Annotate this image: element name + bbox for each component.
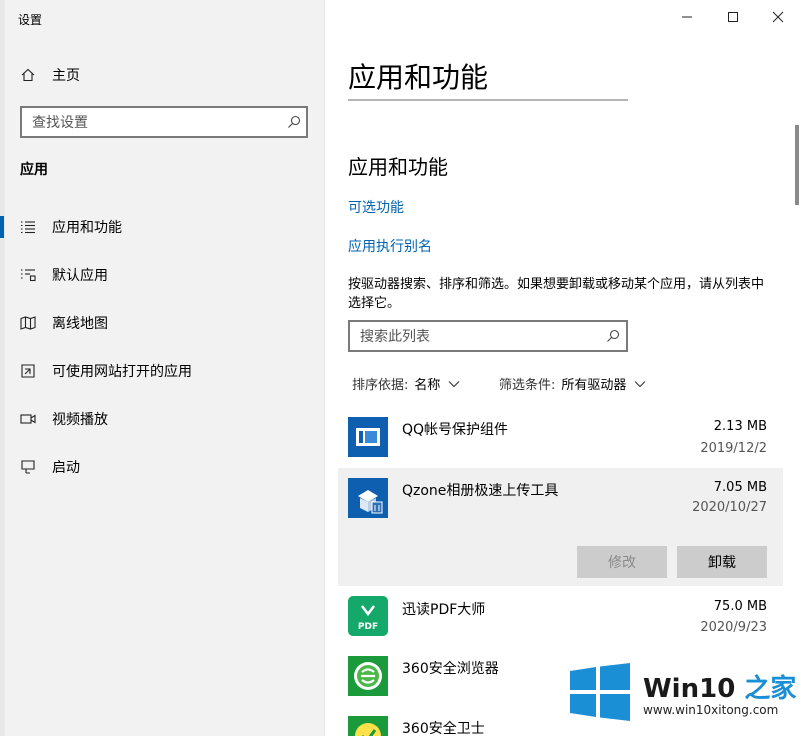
sidebar-item-label: 启动	[52, 460, 80, 476]
sidebar-home[interactable]: 主页	[20, 66, 80, 84]
sidebar-item-label: 离线地图	[52, 316, 108, 332]
minimize-icon	[682, 16, 692, 18]
maximize-button[interactable]	[710, 0, 756, 34]
sidebar-item-apps-features[interactable]: 应用和功能	[0, 207, 324, 247]
minimize-button[interactable]	[664, 0, 710, 34]
sort-value: 名称	[414, 378, 441, 393]
qzone-upload-icon	[348, 478, 388, 518]
uninstall-button[interactable]: 卸载	[677, 546, 767, 578]
list-icon	[20, 219, 36, 235]
watermark: Win10 之家 www.win10xitong.com	[570, 663, 800, 723]
app-size: 7.05 MB	[713, 480, 767, 495]
settings-search-placeholder: 查找设置	[32, 115, 88, 131]
chevron-down-icon	[634, 380, 646, 388]
map-icon	[20, 315, 36, 331]
app-name: 360安全浏览器	[402, 661, 499, 677]
chevron-down-icon	[448, 380, 460, 388]
watermark-brand: Win10 之家	[643, 674, 797, 704]
filter-dropdown[interactable]: 筛选条件: 所有驱动器	[499, 374, 646, 393]
360-security-icon	[348, 716, 388, 736]
title-underline	[348, 99, 628, 101]
sort-label: 排序依据:	[352, 378, 409, 393]
app-date: 2020/9/23	[700, 620, 767, 635]
windows-logo-icon	[570, 663, 630, 721]
active-indicator	[0, 216, 4, 238]
window-title: 设置	[18, 13, 43, 27]
sidebar-item-label: 默认应用	[52, 268, 108, 284]
pdf-icon: PDF	[348, 596, 388, 636]
page-title: 应用和功能	[348, 61, 489, 94]
close-button[interactable]	[755, 0, 801, 34]
startup-icon	[20, 459, 36, 475]
app-list-item[interactable]: PDF 迅读PDF大师 75.0 MB 2020/9/23	[338, 588, 783, 648]
app-list-item[interactable]: QQ帐号保护组件 2.13 MB 2019/12/2	[338, 408, 783, 468]
app-date: 2020/10/27	[692, 500, 767, 515]
section-title: 应用和功能	[348, 155, 448, 179]
settings-search-input[interactable]: 查找设置	[20, 106, 308, 138]
optional-features-link[interactable]: 可选功能	[348, 197, 404, 217]
app-size: 2.13 MB	[713, 419, 767, 434]
app-name: QQ帐号保护组件	[402, 422, 509, 438]
sidebar: 设置 主页 查找设置 应用 应用和功能 默认应用 离线地图 可使用网站打开的应用…	[0, 0, 325, 736]
sidebar-item-label: 应用和功能	[52, 220, 122, 236]
sidebar-item-offline-maps[interactable]: 离线地图	[0, 303, 324, 343]
sidebar-section-heading: 应用	[20, 162, 48, 178]
filter-label: 筛选条件:	[499, 378, 556, 393]
sidebar-item-startup[interactable]: 启动	[0, 447, 324, 487]
sort-dropdown[interactable]: 排序依据: 名称	[352, 374, 460, 393]
maximize-icon	[728, 12, 738, 22]
app-name: Qzone相册极速上传工具	[402, 483, 559, 499]
video-icon	[20, 411, 36, 427]
app-aliases-link[interactable]: 应用执行别名	[348, 236, 432, 256]
sidebar-item-label: 可使用网站打开的应用	[52, 364, 192, 380]
sidebar-item-default-apps[interactable]: 默认应用	[0, 255, 324, 295]
open-website-icon	[20, 363, 36, 379]
search-icon[interactable]	[282, 115, 306, 129]
home-icon	[20, 67, 36, 83]
home-label: 主页	[52, 68, 80, 84]
app-name: 360安全卫士	[402, 721, 485, 736]
app-name: 迅读PDF大师	[402, 602, 486, 618]
default-apps-icon	[20, 267, 36, 283]
svg-text:PDF: PDF	[358, 622, 378, 632]
app-date: 2019/12/2	[700, 441, 767, 456]
app-list-search-input[interactable]: 搜索此列表	[348, 320, 628, 352]
filter-value: 所有驱动器	[561, 378, 627, 393]
scrollbar[interactable]	[795, 125, 799, 205]
search-icon[interactable]	[600, 329, 626, 343]
sidebar-item-video-playback[interactable]: 视频播放	[0, 399, 324, 439]
app-list-search-placeholder: 搜索此列表	[360, 329, 430, 345]
sidebar-item-label: 视频播放	[52, 412, 108, 428]
close-icon	[772, 11, 784, 23]
360-browser-icon	[348, 656, 388, 696]
watermark-url: www.win10xitong.com	[643, 703, 779, 717]
qq-protect-icon	[348, 417, 388, 457]
app-list-item-selected[interactable]: Qzone相册极速上传工具 7.05 MB 2020/10/27 修改 卸载	[338, 468, 783, 586]
app-size: 75.0 MB	[713, 599, 767, 614]
sidebar-item-apps-for-websites[interactable]: 可使用网站打开的应用	[0, 351, 324, 391]
description-text: 按驱动器搜索、排序和筛选。如果想要卸载或移动某个应用，请从列表中选择它。	[348, 277, 765, 311]
modify-button[interactable]: 修改	[577, 546, 667, 578]
